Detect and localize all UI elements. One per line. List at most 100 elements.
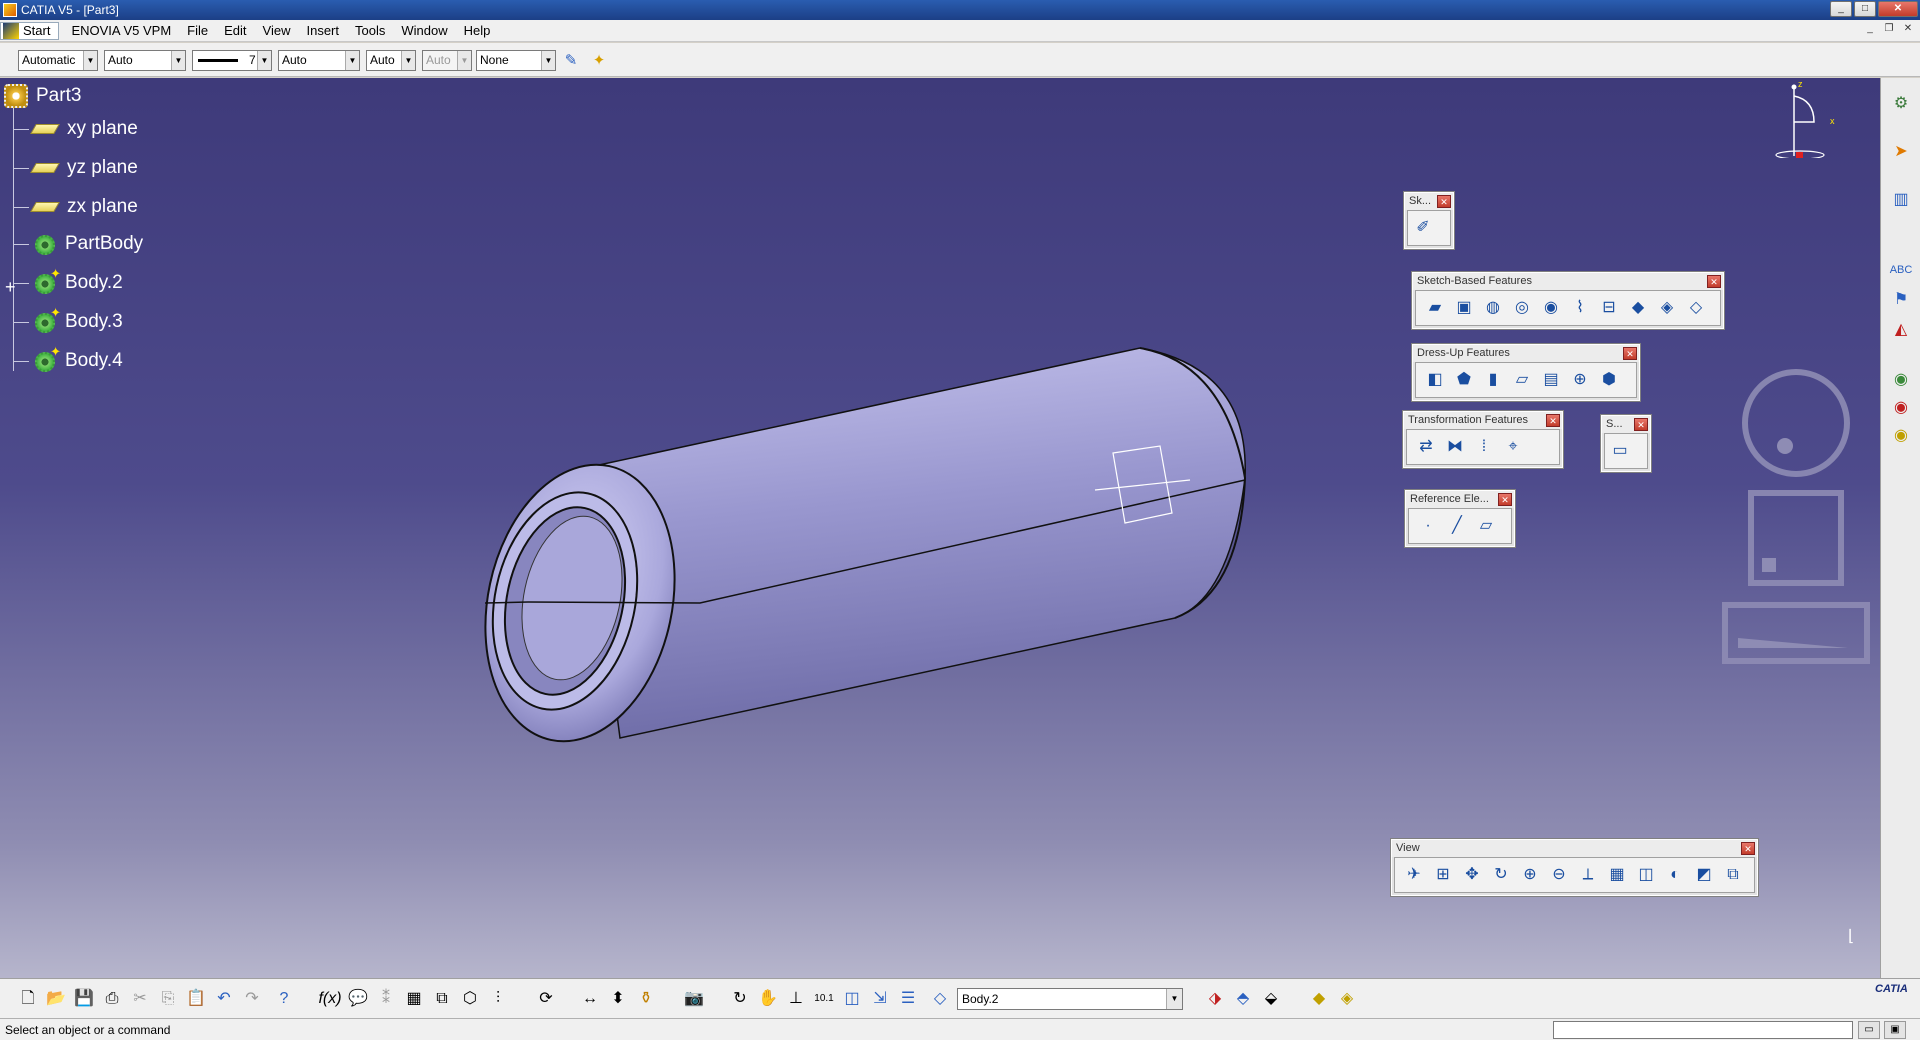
close-button[interactable]: ✕: [1878, 1, 1918, 17]
rotate-icon[interactable]: ↻: [1488, 862, 1514, 888]
translation-icon[interactable]: ⇄: [1413, 434, 1439, 460]
tree-item-body-3[interactable]: ✦ Body.3: [13, 305, 123, 335]
reference-elements-toolbar[interactable]: Reference Ele... ✕ · ╱ ▱: [1404, 489, 1516, 548]
groove-icon[interactable]: ◎: [1509, 295, 1535, 321]
split-icon[interactable]: ▭: [1607, 438, 1633, 464]
close-icon[interactable]: ✕: [1498, 493, 1512, 506]
catalog-browser-icon[interactable]: ⧉: [430, 987, 454, 1011]
stiffener-icon[interactable]: ◆: [1625, 295, 1651, 321]
analysis-tool-icon-1[interactable]: ⬗: [1203, 987, 1227, 1011]
status-button-2[interactable]: ▣: [1884, 1021, 1906, 1039]
redo-icon[interactable]: ↷: [240, 987, 264, 1011]
menu-view[interactable]: View: [255, 23, 299, 38]
menu-window[interactable]: Window: [393, 23, 455, 38]
point-symbol-combo[interactable]: Auto ▼: [366, 50, 416, 71]
undo-icon[interactable]: ↶: [212, 987, 236, 1011]
measure-icon[interactable]: ▥: [1889, 188, 1913, 212]
scan-icon[interactable]: ☰: [896, 987, 920, 1011]
whats-this-icon[interactable]: ?: [272, 987, 296, 1011]
copy-icon[interactable]: ⎘: [156, 987, 180, 1011]
flag-note-icon[interactable]: ⚑: [1889, 288, 1913, 312]
maximize-button[interactable]: □: [1854, 1, 1876, 17]
menu-insert[interactable]: Insert: [298, 23, 347, 38]
sketcher-toolbar[interactable]: Sk... ✕ ✐: [1403, 191, 1455, 250]
multi-section-solid-icon[interactable]: ◈: [1654, 295, 1680, 321]
tree-item-body-2[interactable]: ✦ Body.2: [13, 266, 123, 296]
select-icon[interactable]: ➤: [1889, 140, 1913, 164]
dress-up-features-toolbar[interactable]: Dress-Up Features ✕ ◧ ⬟ ▮ ▱ ▤ ⊕ ⬢: [1411, 343, 1641, 402]
text-annotation-icon[interactable]: ABC: [1889, 258, 1913, 282]
law-icon[interactable]: ⫶: [486, 987, 510, 1011]
layer-combo[interactable]: None ▼: [476, 50, 556, 71]
design-table-icon[interactable]: ▦: [402, 987, 426, 1011]
formula-icon[interactable]: f(x): [318, 987, 342, 1011]
apply-material-icon[interactable]: ◭: [1889, 318, 1913, 342]
print-icon[interactable]: ⎙: [100, 987, 124, 1011]
status-button-1[interactable]: ▭: [1858, 1021, 1880, 1039]
rectangular-pattern-icon[interactable]: ⁞: [1471, 434, 1497, 460]
remove-face-icon[interactable]: ⬢: [1596, 367, 1622, 393]
expand-icon[interactable]: +: [5, 278, 16, 296]
save-icon[interactable]: 💾: [72, 987, 96, 1011]
tree-item-partbody[interactable]: PartBody: [13, 231, 143, 257]
tree-root-part3[interactable]: Part3: [4, 84, 81, 108]
draft-icon[interactable]: ▮: [1480, 367, 1506, 393]
workbench-icon[interactable]: ⚙: [1889, 92, 1913, 116]
paste-icon[interactable]: 📋: [184, 987, 208, 1011]
zoom-out-icon[interactable]: ⊖: [1546, 862, 1572, 888]
close-icon[interactable]: ✕: [1634, 418, 1648, 431]
thickness-icon[interactable]: ▤: [1538, 367, 1564, 393]
menu-enovia[interactable]: ENOVIA V5 VPM: [63, 23, 179, 38]
scaling-icon[interactable]: ⌖: [1500, 434, 1526, 460]
thread-icon[interactable]: ⊕: [1567, 367, 1593, 393]
pan-icon[interactable]: ✥: [1459, 862, 1485, 888]
menu-start[interactable]: Start: [0, 21, 60, 40]
new-icon[interactable]: 🗋: [16, 987, 40, 1011]
cut-icon[interactable]: ✂: [128, 987, 152, 1011]
line-type-combo[interactable]: Auto ▼: [278, 50, 360, 71]
hide-show-icon[interactable]: ◩: [1691, 862, 1717, 888]
menu-help[interactable]: Help: [456, 23, 499, 38]
line-weight-combo[interactable]: 7 ▼: [192, 50, 272, 71]
capture-icon[interactable]: 📷: [682, 987, 706, 1011]
edge-fillet-icon[interactable]: ◧: [1422, 367, 1448, 393]
close-icon[interactable]: ✕: [1707, 275, 1721, 288]
format-painter-icon[interactable]: ✦: [588, 51, 610, 71]
isometric-view-icon[interactable]: ◫: [1633, 862, 1659, 888]
axis-system-icon[interactable]: ⊥: [784, 987, 808, 1011]
analysis-icon-3[interactable]: ◉: [1889, 424, 1913, 448]
update-all-icon[interactable]: ⟳: [534, 987, 558, 1011]
doc-restore-button[interactable]: ❐: [1881, 23, 1897, 37]
compass-icon[interactable]: z x: [1770, 78, 1840, 158]
pad-icon[interactable]: ▰: [1422, 295, 1448, 321]
painter-icon[interactable]: ✎: [560, 51, 582, 71]
power-input-field[interactable]: [1553, 1021, 1853, 1039]
shading-icon[interactable]: ◐: [1662, 862, 1688, 888]
fit-all-in-icon[interactable]: ⊞: [1430, 862, 1456, 888]
close-icon[interactable]: ✕: [1741, 842, 1755, 855]
tree-item-body-4[interactable]: ✦ Body.4: [13, 344, 123, 374]
menu-edit[interactable]: Edit: [216, 23, 254, 38]
apply-material-bottom-icon[interactable]: ⬡: [458, 987, 482, 1011]
current-body-select[interactable]: Body.2 ▼: [957, 988, 1183, 1010]
chamfer-icon[interactable]: ⬟: [1451, 367, 1477, 393]
pocket-icon[interactable]: ▣: [1451, 295, 1477, 321]
minimize-button[interactable]: _: [1830, 1, 1852, 17]
analysis-tool-icon-3[interactable]: ⬙: [1259, 987, 1283, 1011]
menu-tools[interactable]: Tools: [347, 23, 393, 38]
slot-icon[interactable]: ⊟: [1596, 295, 1622, 321]
measure-item-icon[interactable]: ⬍: [606, 987, 630, 1011]
apply-dress-2-icon[interactable]: ◈: [1335, 987, 1359, 1011]
hole-icon[interactable]: ◉: [1538, 295, 1564, 321]
knowledge-advisor-icon[interactable]: 💬: [346, 987, 370, 1011]
plane-icon[interactable]: ▱: [1473, 513, 1499, 539]
close-icon[interactable]: ✕: [1546, 414, 1560, 427]
tree-item-zx-plane[interactable]: zx plane: [13, 196, 138, 218]
measure-inertia-icon[interactable]: ⚱: [634, 987, 658, 1011]
open-icon[interactable]: 📂: [44, 987, 68, 1011]
boolean-icon[interactable]: ⇲: [868, 987, 892, 1011]
numbers-icon[interactable]: 10.1: [812, 987, 836, 1011]
multi-view-icon[interactable]: ▦: [1604, 862, 1630, 888]
removed-multi-section-icon[interactable]: ◇: [1683, 295, 1709, 321]
rib-icon[interactable]: ⌇: [1567, 295, 1593, 321]
